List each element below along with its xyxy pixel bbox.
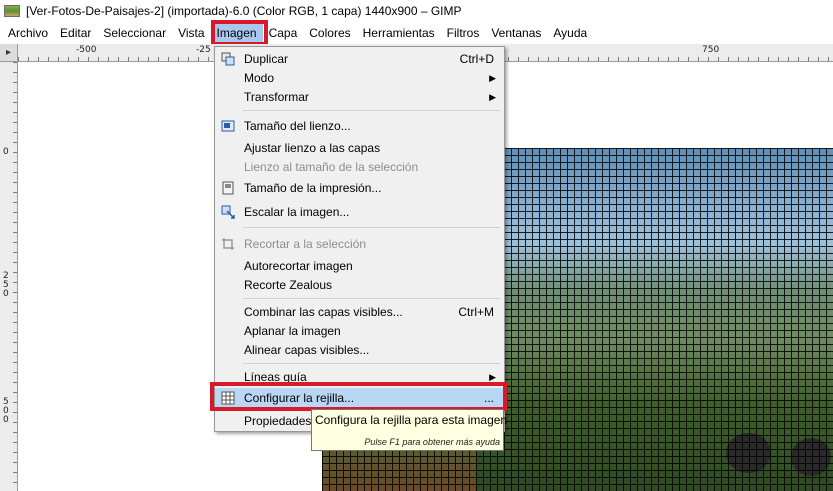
menu-ayuda[interactable]: Ayuda <box>547 22 593 44</box>
menu-colores[interactable]: Colores <box>303 22 356 44</box>
duplicate-icon <box>221 52 235 66</box>
menu-item-transformar[interactable]: Transformar ▶ <box>215 87 504 107</box>
menu-item-escalar-imagen[interactable]: Escalar la imagen... <box>215 202 504 222</box>
tooltip: Configura la rejilla para esta imagen Pu… <box>311 409 508 451</box>
submenu-arrow-icon: ▶ <box>489 72 496 83</box>
menu-separator <box>243 298 500 299</box>
menu-separator <box>243 363 500 364</box>
menu-separator <box>243 110 500 111</box>
vertical-ruler[interactable]: 0 250 500 <box>0 62 18 491</box>
print-size-icon <box>221 181 235 195</box>
ruler-label: -500 <box>76 45 97 55</box>
ruler-label: 750 <box>702 45 720 55</box>
menu-item-lienzo-seleccion[interactable]: Lienzo al tamaño de la selección <box>215 157 504 177</box>
menu-archivo[interactable]: Archivo <box>2 22 54 44</box>
image-thumbnail-icon <box>4 5 20 17</box>
highlight-box-menu <box>211 20 268 46</box>
menu-herramientas[interactable]: Herramientas <box>357 22 441 44</box>
menu-editar[interactable]: Editar <box>54 22 97 44</box>
ruler-label: 250 <box>3 271 9 299</box>
submenu-arrow-icon: ▶ <box>489 91 496 102</box>
menu-separator <box>243 227 500 228</box>
menu-ventanas[interactable]: Ventanas <box>485 22 547 44</box>
menu-item-tamano-lienzo[interactable]: Tamaño del lienzo... <box>215 116 504 136</box>
window-title: [Ver-Fotos-De-Paisajes-2] (importada)-6.… <box>26 4 462 18</box>
menu-item-alinear-capas[interactable]: Alinear capas visibles... <box>215 340 504 360</box>
highlight-box-menu-item <box>210 382 507 411</box>
tooltip-hint: Pulse F1 para obtener más ayuda <box>364 437 500 447</box>
landscape-image[interactable] <box>476 148 833 491</box>
ruler-label: 500 <box>3 397 9 425</box>
menu-item-recortar-seleccion[interactable]: Recortar a la selección <box>215 234 504 254</box>
menu-item-modo[interactable]: Modo ▶ <box>215 68 504 88</box>
ruler-label: -25 <box>196 45 211 55</box>
menu-filtros[interactable]: Filtros <box>441 22 486 44</box>
canvas-size-icon <box>221 119 235 133</box>
menu-item-tamano-impresion[interactable]: Tamaño de la impresión... <box>215 178 504 198</box>
menu-item-recorte-zealous[interactable]: Recorte Zealous <box>215 275 504 295</box>
menu-vista[interactable]: Vista <box>172 22 210 44</box>
imagen-menu-dropdown: Duplicar Ctrl+D Modo ▶ Transformar ▶ Tam… <box>214 46 505 432</box>
tooltip-text: Configura la rejilla para esta imagen <box>315 413 508 427</box>
menu-bar: Archivo Editar Seleccionar Vista Imagen … <box>0 22 833 44</box>
submenu-arrow-icon: ▶ <box>489 371 496 382</box>
menu-item-combinar-capas[interactable]: Combinar las capas visibles... Ctrl+M <box>215 302 504 322</box>
crop-icon <box>221 237 235 251</box>
menu-item-ajustar-lienzo[interactable]: Ajustar lienzo a las capas <box>215 138 504 158</box>
ruler-label: 0 <box>3 147 9 157</box>
menu-item-duplicar[interactable]: Duplicar Ctrl+D <box>215 49 504 69</box>
title-bar: [Ver-Fotos-De-Paisajes-2] (importada)-6.… <box>0 0 833 22</box>
menu-item-autorecortar[interactable]: Autorecortar imagen <box>215 256 504 276</box>
menu-capa[interactable]: Capa <box>263 22 304 44</box>
menu-item-aplanar[interactable]: Aplanar la imagen <box>215 321 504 341</box>
grid-overlay <box>476 148 833 491</box>
menu-seleccionar[interactable]: Seleccionar <box>97 22 172 44</box>
quick-mask-toggle[interactable]: ▸ <box>0 44 18 62</box>
scale-image-icon <box>221 205 235 219</box>
triangle-right-icon: ▸ <box>5 47 12 58</box>
